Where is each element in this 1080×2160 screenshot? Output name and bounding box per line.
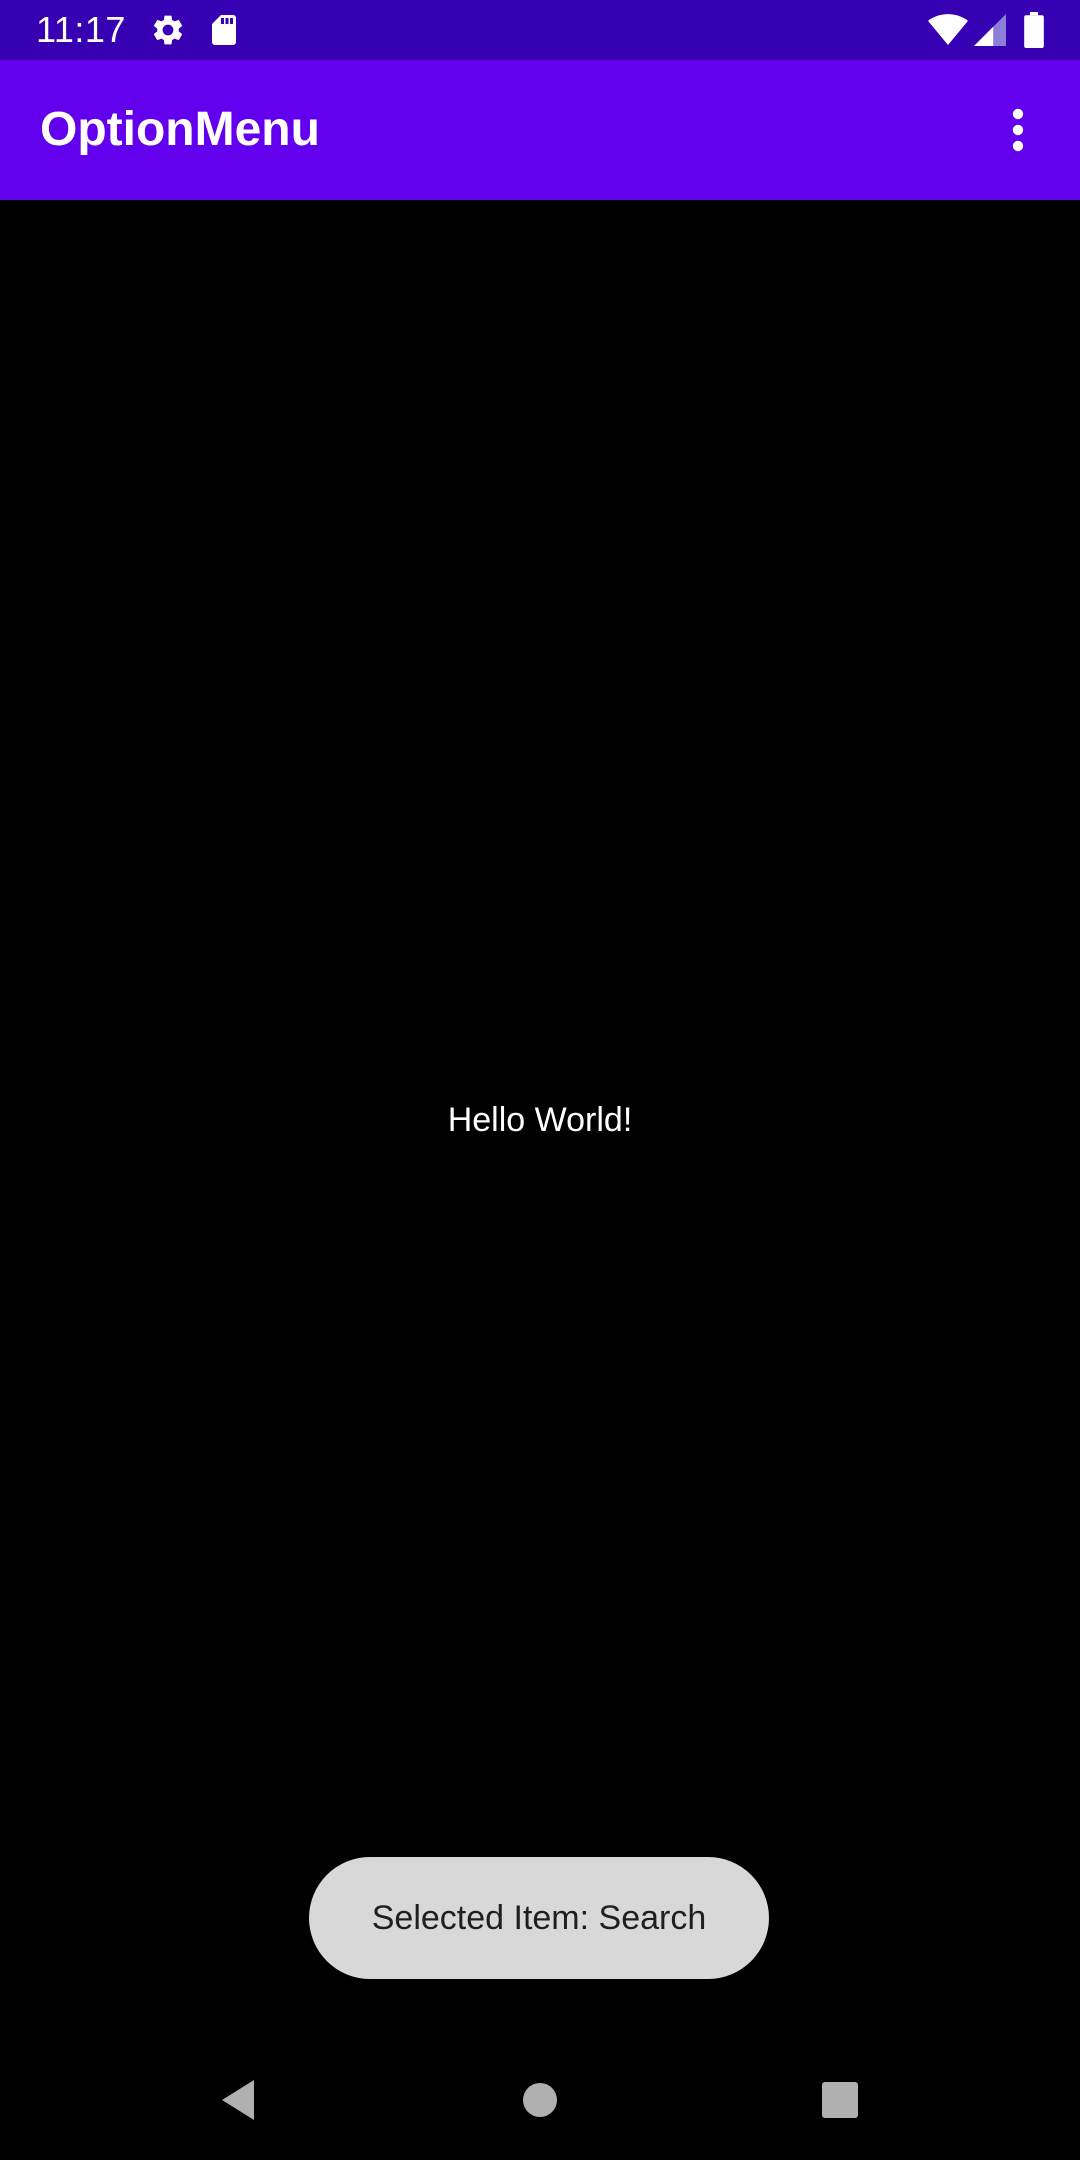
sd-card-icon	[206, 12, 242, 48]
navigation-bar	[0, 2040, 1080, 2160]
hello-text: Hello World!	[447, 1101, 633, 1139]
settings-icon	[150, 12, 186, 48]
home-icon	[523, 2083, 557, 2117]
phone-screen: 11:17 OptionMenu Hello World! Selected I…	[0, 0, 1080, 2160]
status-time: 11:17	[36, 9, 126, 50]
toast-text: Selected Item: Search	[371, 1898, 707, 1937]
home-button[interactable]	[500, 2060, 580, 2140]
overflow-menu-button[interactable]	[968, 80, 1068, 180]
main-content: Hello World!	[0, 200, 1080, 2060]
status-bar: 11:17	[0, 0, 1080, 60]
wifi-icon	[928, 12, 968, 48]
toast-message: Selected Item: Search	[309, 1857, 769, 1979]
back-button[interactable]	[198, 2060, 278, 2140]
more-vert-icon	[1012, 108, 1024, 152]
cellular-signal-icon	[974, 12, 1006, 48]
battery-icon	[1024, 12, 1044, 48]
app-bar: OptionMenu	[0, 60, 1080, 200]
back-icon	[222, 2080, 254, 2120]
recents-button[interactable]	[800, 2060, 880, 2140]
app-title: OptionMenu	[40, 103, 320, 156]
recents-icon	[822, 2082, 858, 2118]
